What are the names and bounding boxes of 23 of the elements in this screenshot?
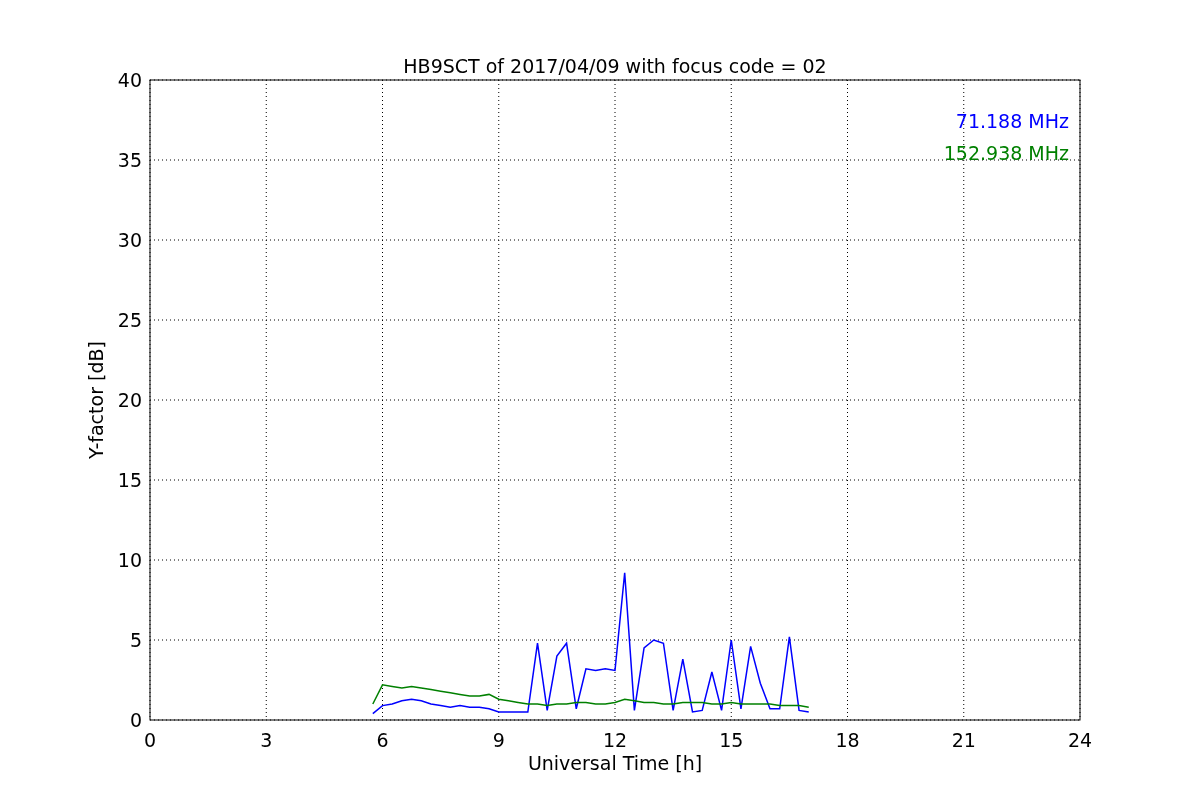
y-tick-label: 15: [117, 469, 142, 491]
y-tick-label: 0: [129, 709, 142, 731]
x-tick-label: 18: [835, 729, 860, 751]
y-tick-label: 10: [117, 549, 142, 571]
x-tick-label: 6: [376, 729, 389, 751]
x-tick-label: 0: [143, 729, 157, 751]
y-tick-label: 25: [117, 309, 142, 331]
y-tick-label: 30: [117, 229, 142, 251]
y-tick-label: 5: [129, 629, 142, 651]
x-tick-label: 12: [602, 729, 628, 751]
y-axis-label: Y-factor [dB]: [85, 341, 107, 459]
x-axis-label: Universal Time [h]: [527, 752, 703, 774]
x-tick-label: 9: [492, 729, 505, 751]
legend-label: 152.938 MHz: [943, 142, 1069, 164]
y-tick-label: 20: [117, 389, 142, 411]
x-tick-label: 24: [1067, 729, 1093, 751]
y-tick-label: 35: [117, 149, 142, 171]
x-tick-label: 3: [260, 729, 273, 751]
y-tick-label: 40: [117, 69, 142, 91]
x-tick-label: 21: [951, 729, 976, 751]
chart-title: HB9SCT of 2017/04/09 with focus code = 02: [403, 55, 827, 77]
legend-label: 71.188 MHz: [955, 110, 1069, 132]
x-tick-label: 15: [719, 729, 744, 751]
